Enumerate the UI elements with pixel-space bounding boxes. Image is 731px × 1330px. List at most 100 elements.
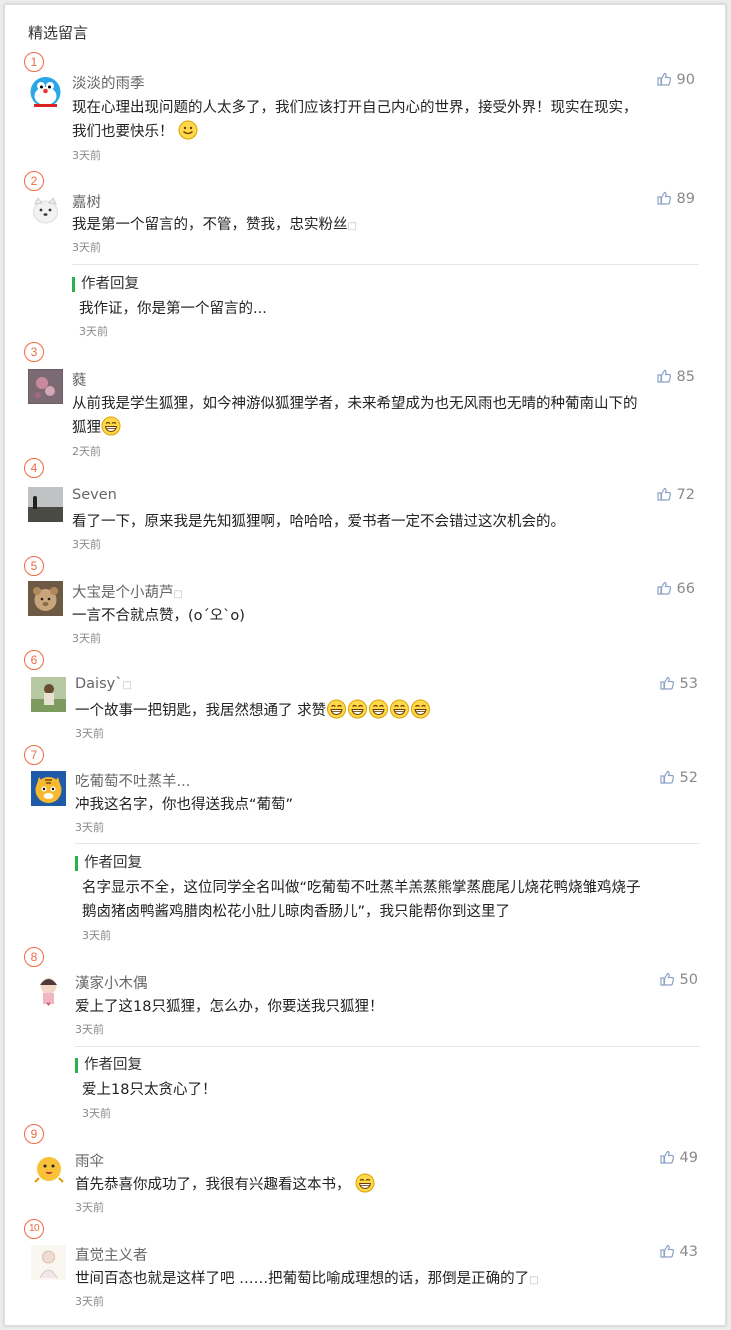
comment-line: 我是第一个留言的，不管，赞我，忠实粉丝 — [72, 217, 348, 233]
timestamp: 3天前 — [75, 727, 104, 740]
thumbs-up-icon — [656, 369, 671, 383]
svg-text:♥: ♥ — [46, 1002, 51, 1008]
nickname: 大宝是个小葫芦□ — [72, 585, 183, 601]
comment-line: 现在心理出现问题的人太多了，我们应该打开自己内心的世界，接受外界！现实在现实， — [72, 100, 638, 116]
like-button[interactable]: 53 — [659, 676, 698, 692]
grin-emoji-icon — [410, 699, 431, 727]
like-button[interactable]: 49 — [659, 1150, 698, 1166]
rank-badge: 1 — [24, 52, 44, 72]
nickname: 漢家小木偶 — [75, 976, 148, 992]
like-count: 72 — [676, 487, 695, 503]
missing-glyph-icon: □ — [529, 1275, 539, 1286]
author-reply-text: 爱上18只太贪心了！ — [82, 1082, 217, 1098]
grin-emoji-icon — [355, 1173, 375, 1201]
avatar[interactable]: ♥ — [31, 973, 66, 1008]
grin-emoji-icon — [347, 699, 368, 727]
timestamp: 3天前 — [72, 241, 101, 254]
comment-text: 一个故事一把钥匙，我居然想通了 求赞 — [75, 699, 715, 727]
author-reply-label: 作者回复 — [75, 856, 142, 871]
section-title: 精选留言 — [28, 24, 89, 42]
grin-emoji-icon — [101, 416, 121, 444]
rank-badge: 8 — [24, 947, 44, 967]
thumbs-up-icon — [656, 72, 671, 86]
avatar[interactable] — [31, 677, 66, 712]
like-button[interactable]: 52 — [659, 770, 698, 786]
avatar[interactable] — [31, 1150, 66, 1185]
avatar[interactable] — [28, 487, 63, 522]
thumbs-up-icon — [659, 1150, 674, 1164]
rank-badge: 3 — [24, 342, 44, 362]
divider — [75, 843, 700, 844]
featured-comments-panel: 精选留言 1 淡淡的雨季 90 现在心理出现问题的人太多了，我们应该打开自己内心… — [4, 4, 726, 1326]
rank-badge: 9 — [24, 1124, 44, 1144]
comment-text: 世间百态也就是这样了吧 ……把葡萄比喻成理想的话，那倒是正确的了□ — [75, 1267, 715, 1293]
thumbs-up-icon — [659, 972, 674, 986]
divider — [72, 264, 699, 265]
thumbs-up-icon — [659, 1244, 674, 1258]
avatar[interactable] — [28, 369, 63, 404]
like-count: 90 — [676, 72, 695, 88]
like-button[interactable]: 72 — [656, 487, 695, 503]
comment-text: 看了一下，原来我是先知狐狸啊，哈哈哈，爱书者一定不会错过这次机会的。 — [72, 514, 565, 530]
comment-line: 我们也要快乐！ — [72, 124, 174, 140]
grin-emoji-row — [326, 699, 431, 719]
rank-badge: 4 — [24, 458, 44, 478]
reply-line: 鹅卤猪卤鸭酱鸡腊肉松花小肚儿晾肉香肠儿”，我只能帮你到这里了 — [82, 904, 511, 920]
missing-glyph-icon: □ — [347, 221, 357, 232]
timestamp: 3天前 — [75, 1295, 104, 1308]
like-button[interactable]: 66 — [656, 581, 695, 597]
like-button[interactable]: 43 — [659, 1244, 698, 1260]
timestamp: 3天前 — [75, 1201, 104, 1214]
rank-badge: 7 — [24, 745, 44, 765]
avatar[interactable] — [28, 581, 63, 616]
timestamp: 3天前 — [72, 149, 101, 162]
nickname: 嘉树 — [72, 195, 101, 211]
nickname: 蕤 — [72, 373, 87, 389]
comment-line: 从前我是学生狐狸，如今神游似狐狸学者，未来希望成为也无风雨也无晴的种葡南山下的 — [72, 396, 638, 412]
timestamp: 2天前 — [72, 445, 101, 458]
nickname: 吃葡萄不吐蒸羊... — [75, 774, 191, 790]
avatar[interactable] — [31, 771, 66, 806]
thumbs-up-icon — [656, 581, 671, 595]
nickname: 直觉主义者 — [75, 1248, 148, 1264]
author-reply-label: 作者回复 — [72, 277, 139, 292]
comment-text: 我是第一个留言的，不管，赞我，忠实粉丝□ — [72, 213, 712, 239]
comment-text: 爱上了这18只狐狸，怎么办，你要送我只狐狸！ — [75, 999, 384, 1015]
nickname: 雨伞 — [75, 1154, 104, 1170]
comment-line: 世间百态也就是这样了吧 ……把葡萄比喻成理想的话，那倒是正确的了 — [75, 1271, 530, 1287]
comment-text: 现在心理出现问题的人太多了，我们应该打开自己内心的世界，接受外界！现实在现实， 我… — [72, 96, 712, 148]
timestamp: 3天前 — [75, 821, 104, 834]
rank-badge: 10 — [24, 1219, 44, 1239]
like-count: 43 — [679, 1244, 698, 1260]
comment-line: 首先恭喜你成功了，我很有兴趣看这本书， — [75, 1177, 351, 1193]
avatar[interactable] — [28, 75, 63, 110]
like-button[interactable]: 89 — [656, 191, 695, 207]
author-reply-text: 我作证，你是第一个留言的... — [79, 301, 267, 317]
like-count: 66 — [676, 581, 695, 597]
smile-emoji-icon — [178, 120, 198, 148]
timestamp: 3天前 — [82, 1107, 111, 1120]
author-reply-text: 名字显示不全，这位同学全名叫做“吃葡萄不吐蒸羊羔蒸熊掌蒸鹿尾儿烧花鸭烧雏鸡烧子鹅… — [82, 876, 722, 924]
rank-badge: 6 — [24, 650, 44, 670]
missing-glyph-icon: □ — [122, 680, 132, 691]
like-count: 89 — [676, 191, 695, 207]
like-count: 52 — [679, 770, 698, 786]
grin-emoji-icon — [326, 699, 347, 727]
like-button[interactable]: 50 — [659, 972, 698, 988]
rank-badge: 5 — [24, 556, 44, 576]
like-button[interactable]: 85 — [656, 369, 695, 385]
missing-glyph-icon: □ — [173, 589, 183, 600]
rank-badge: 2 — [24, 171, 44, 191]
timestamp: 3天前 — [75, 1023, 104, 1036]
like-count: 50 — [679, 972, 698, 988]
avatar[interactable] — [31, 1245, 66, 1280]
timestamp: 3天前 — [79, 325, 108, 338]
timestamp: 3天前 — [72, 538, 101, 551]
like-count: 85 — [676, 369, 695, 385]
thumbs-up-icon — [659, 770, 674, 784]
like-count: 53 — [679, 676, 698, 692]
like-count: 49 — [679, 1150, 698, 1166]
thumbs-up-icon — [656, 487, 671, 501]
like-button[interactable]: 90 — [656, 72, 695, 88]
avatar[interactable] — [28, 193, 63, 228]
